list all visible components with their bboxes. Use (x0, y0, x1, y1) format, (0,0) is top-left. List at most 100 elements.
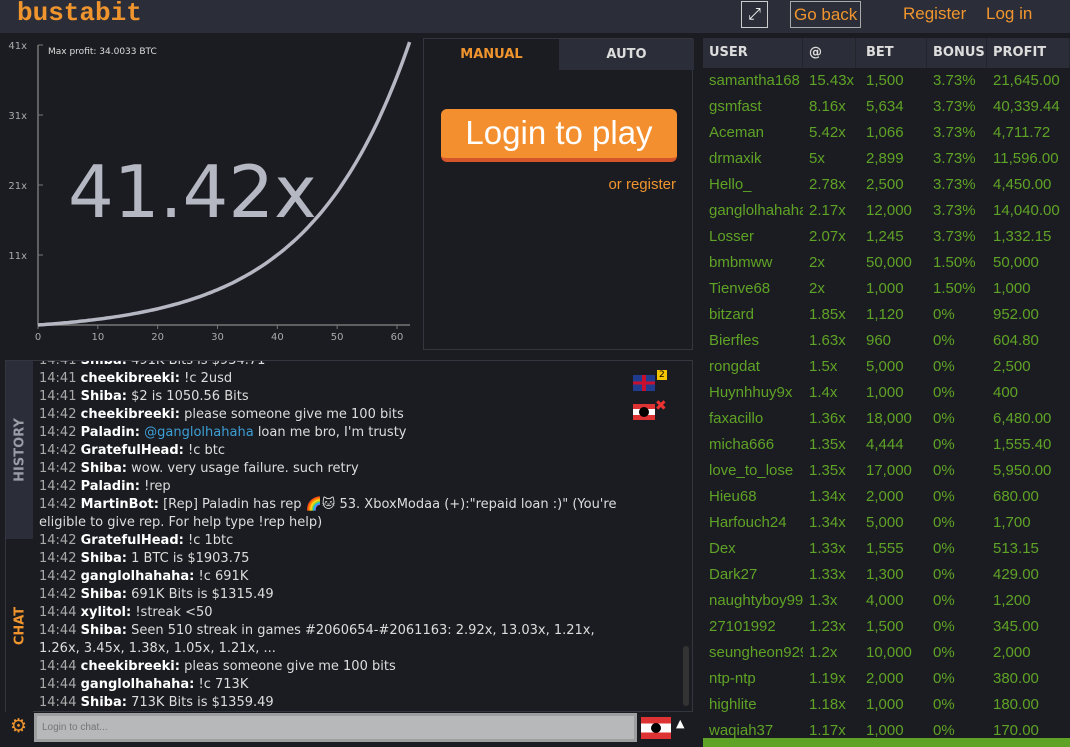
bet: 1,000 (866, 384, 904, 401)
player-name[interactable]: Aceman (703, 120, 803, 146)
chat-message: 14:44 xylitol: !streak <50 (39, 604, 639, 622)
profit: 5,950.00 (993, 462, 1052, 479)
chat-input[interactable] (34, 713, 637, 742)
caret-up-icon[interactable]: ▲ (676, 717, 684, 730)
message-user[interactable]: Shiba: (81, 551, 127, 566)
y-tick-label: 31x (8, 111, 27, 122)
player-name[interactable]: Hello_ (703, 172, 803, 198)
channel-flag-icon[interactable] (641, 717, 671, 739)
message-user[interactable]: GratefulHead: (81, 533, 184, 548)
message-time: 14:44 (39, 695, 77, 710)
profit: 180.00 (993, 696, 1039, 713)
bet: 50,000 (866, 254, 912, 271)
message-text: 691K Bits is $1315.49 (131, 587, 274, 602)
col-user[interactable]: USER (703, 38, 803, 68)
player-name[interactable]: Losser (703, 224, 803, 250)
player-name[interactable]: 27101992 (703, 614, 803, 640)
go-back-button[interactable]: Go back (790, 1, 862, 28)
message-user[interactable]: cheekibreeki: (81, 407, 180, 422)
tab-history[interactable]: HISTORY (6, 361, 33, 539)
col-cashout[interactable]: @ (803, 38, 856, 68)
player-name[interactable]: naughtyboy99 (703, 588, 803, 614)
message-user[interactable]: Shiba: (81, 587, 127, 602)
message-user[interactable]: Shiba: (81, 389, 127, 404)
message-user[interactable]: cheekibreeki: (81, 371, 180, 386)
x-tick-label: 60 (391, 332, 404, 343)
tab-chat[interactable]: CHAT (13, 607, 28, 645)
tab-auto[interactable]: AUTO (559, 39, 694, 70)
message-user[interactable]: Paladin: (81, 425, 140, 440)
tab-manual[interactable]: MANUAL (424, 39, 559, 70)
bet: 2,899 (866, 150, 904, 167)
logo[interactable]: bustabit (17, 0, 142, 28)
message-text: pleas someone give me 100 bits (184, 659, 396, 674)
player-name[interactable]: gsmfast (703, 94, 803, 120)
bonus: 0% (933, 488, 955, 505)
player-name[interactable]: Dark27 (703, 562, 803, 588)
player-name[interactable]: micha666 (703, 432, 803, 458)
player-name[interactable]: samantha168 (703, 68, 803, 94)
message-user[interactable]: ganglolhahaha: (81, 677, 195, 692)
profit: 21,645.00 (993, 72, 1060, 89)
cashout: 1.3x (809, 592, 838, 609)
message-user[interactable]: Paladin: (81, 479, 140, 494)
register-link[interactable]: Register (903, 0, 966, 28)
message-text: loan me bro, I'm trusty (257, 425, 407, 440)
message-user[interactable]: Shiba: (81, 623, 127, 638)
player-name[interactable]: highlite (703, 692, 803, 718)
login-link[interactable]: Log in (986, 0, 1032, 28)
message-user[interactable]: Shiba: (81, 695, 127, 710)
message-time: 14:42 (39, 443, 77, 458)
fullscreen-button[interactable]: ⤢ (741, 1, 768, 28)
message-user[interactable]: ganglolhahaha: (81, 569, 195, 584)
player-name[interactable]: bitzard (703, 302, 803, 328)
message-user[interactable]: MartinBot: (81, 497, 159, 512)
profit: 380.00 (993, 670, 1039, 687)
player-name[interactable]: ganglolhahaha (703, 198, 803, 224)
header: bustabit ⤢ Go back Register Log in (0, 0, 1070, 33)
col-profit[interactable]: PROFIT (987, 38, 1070, 68)
chat-scrollbar[interactable] (683, 646, 689, 706)
player-name[interactable]: Harfouch24 (703, 510, 803, 536)
profit: 4,711.72 (993, 124, 1051, 141)
player-name[interactable]: Dex (703, 536, 803, 562)
player-name[interactable]: ntp-ntp (703, 666, 803, 692)
bonus: 3.73% (933, 124, 976, 141)
message-user[interactable]: GratefulHead: (81, 443, 184, 458)
bet: 5,000 (866, 358, 904, 375)
player-name[interactable]: rongdat (703, 354, 803, 380)
message-user[interactable]: xylitol: (81, 605, 132, 620)
player-name[interactable]: drmaxik (703, 146, 803, 172)
player-name[interactable]: love_to_lose (703, 458, 803, 484)
player-name[interactable]: Bierfles (703, 328, 803, 354)
x-tick-label: 0 (35, 332, 41, 343)
bonus: 0% (933, 436, 955, 453)
or-register-link[interactable]: or register (608, 176, 676, 193)
pirate-flag-icon[interactable]: ✖ (633, 398, 667, 420)
login-to-play-button[interactable]: Login to play (441, 109, 677, 162)
message-user[interactable]: cheekibreeki: (81, 659, 180, 674)
player-name[interactable]: faxacillo (703, 406, 803, 432)
player-name[interactable]: bmbmww (703, 250, 803, 276)
profit: 4,450.00 (993, 176, 1052, 193)
col-bet[interactable]: BET (856, 38, 927, 68)
col-bonus[interactable]: BONUS (927, 38, 987, 68)
message-time: 14:42 (39, 587, 77, 602)
mention[interactable]: @ganglolhahaha (144, 425, 254, 440)
bonus: 0% (933, 332, 955, 349)
gear-icon[interactable]: ⚙ (10, 715, 27, 737)
message-user[interactable]: Shiba: (81, 461, 127, 476)
y-tick-label: 41x (8, 41, 27, 52)
close-icon[interactable]: ✖ (655, 398, 667, 414)
message-time: 14:42 (39, 551, 77, 566)
player-name[interactable]: Hieu68 (703, 484, 803, 510)
uk-flag-icon[interactable]: 2 (633, 370, 667, 391)
player-name[interactable]: Huynhhuy9x (703, 380, 803, 406)
player-name[interactable]: Tienve68 (703, 276, 803, 302)
bonus: 0% (933, 306, 955, 323)
cashout: 5.42x (809, 124, 846, 141)
player-name[interactable]: seungheon929 (703, 640, 803, 666)
message-user[interactable]: Shiba: (81, 361, 127, 368)
bet: 5,000 (866, 514, 904, 531)
message-time: 14:42 (39, 425, 77, 440)
